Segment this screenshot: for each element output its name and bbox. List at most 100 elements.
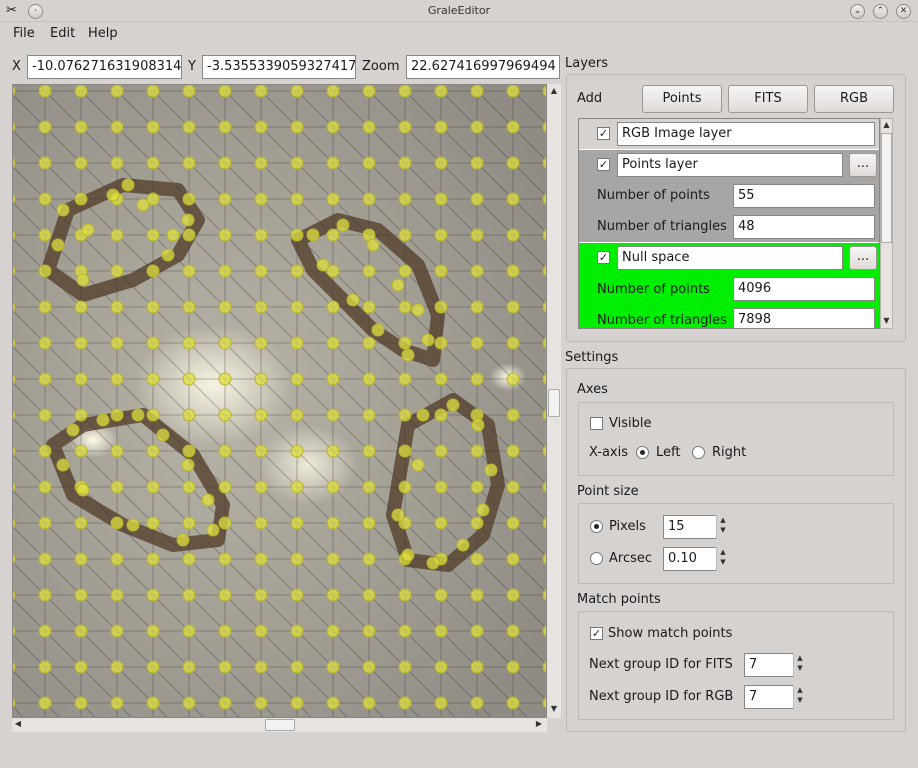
mesh-point[interactable] (446, 398, 460, 412)
mesh-point[interactable] (326, 516, 340, 530)
mesh-point[interactable] (38, 336, 52, 350)
mesh-point[interactable] (218, 192, 232, 206)
mesh-point[interactable] (434, 660, 448, 674)
mesh-point[interactable] (218, 300, 232, 314)
mesh-point[interactable] (146, 120, 160, 134)
mesh-point[interactable] (74, 85, 88, 98)
mesh-point[interactable] (326, 228, 340, 242)
mesh-point[interactable] (470, 336, 484, 350)
menu-file[interactable]: File (13, 26, 35, 41)
mesh-point[interactable] (326, 588, 340, 602)
mesh-point[interactable] (398, 120, 412, 134)
mesh-point[interactable] (146, 408, 160, 422)
mesh-point[interactable] (182, 192, 196, 206)
mesh-point[interactable] (81, 223, 95, 237)
mesh-point[interactable] (182, 552, 196, 566)
mesh-point[interactable] (326, 192, 340, 206)
points-layer-checkbox[interactable]: ✓ (597, 158, 610, 171)
mesh-point[interactable] (218, 120, 232, 134)
mesh-point[interactable] (506, 156, 520, 170)
mesh-point[interactable] (326, 408, 340, 422)
mesh-point[interactable] (218, 408, 232, 422)
mesh-point[interactable] (470, 85, 484, 98)
mesh-point[interactable] (131, 408, 145, 422)
mesh-point[interactable] (38, 660, 52, 674)
fits-group-id-spinbox[interactable]: 7 (744, 653, 794, 677)
mesh-point[interactable] (346, 293, 360, 307)
mesh-point[interactable] (146, 516, 160, 530)
minimize-button[interactable]: ⌄ (850, 4, 865, 19)
mesh-point[interactable] (218, 588, 232, 602)
mesh-point[interactable] (110, 624, 124, 638)
mesh-point[interactable] (306, 228, 320, 242)
add-rgb-button[interactable]: RGB (814, 85, 894, 113)
mesh-point[interactable] (218, 85, 232, 98)
mesh-point[interactable] (110, 336, 124, 350)
mesh-point[interactable] (362, 696, 376, 710)
mesh-point[interactable] (416, 408, 430, 422)
mesh-point[interactable] (110, 156, 124, 170)
layer-item-points[interactable]: ✓ Points layer ... Number of points 55 N… (579, 150, 879, 242)
mesh-point[interactable] (506, 516, 520, 530)
mesh-point[interactable] (38, 696, 52, 710)
layer-list-scrollbar[interactable]: ▲ ▼ (880, 118, 893, 329)
menu-help[interactable]: Help (88, 26, 118, 41)
mesh-point[interactable] (290, 156, 304, 170)
mesh-point[interactable] (506, 120, 520, 134)
mesh-point[interactable] (362, 624, 376, 638)
mesh-point[interactable] (506, 192, 520, 206)
mesh-point[interactable] (326, 624, 340, 638)
mesh-point[interactable] (74, 156, 88, 170)
mesh-point[interactable] (182, 85, 196, 98)
mesh-point[interactable] (136, 198, 150, 212)
mesh-point[interactable] (470, 444, 484, 458)
mesh-point[interactable] (398, 228, 412, 242)
scroll-down-arrow-icon[interactable]: ▼ (881, 316, 892, 325)
layer-item-rgb[interactable]: ✓ RGB Image layer (579, 119, 879, 149)
mesh-point[interactable] (76, 483, 90, 497)
mesh-point[interactable] (506, 264, 520, 278)
mesh-point[interactable] (254, 228, 268, 242)
mesh-point[interactable] (74, 588, 88, 602)
mesh-point[interactable] (391, 278, 405, 292)
mesh-point[interactable] (398, 300, 412, 314)
mesh-point[interactable] (434, 264, 448, 278)
mesh-point[interactable] (146, 372, 160, 386)
rgb-group-id-spinbox[interactable]: 7 (744, 685, 794, 709)
mesh-point[interactable] (38, 588, 52, 602)
mesh-point[interactable] (316, 258, 330, 272)
mesh-point[interactable] (146, 85, 160, 98)
mesh-point[interactable] (182, 264, 196, 278)
mesh-point[interactable] (38, 516, 52, 530)
mesh-point[interactable] (362, 660, 376, 674)
mesh-point[interactable] (254, 408, 268, 422)
mesh-point[interactable] (362, 85, 376, 98)
mesh-point[interactable] (290, 696, 304, 710)
mesh-point[interactable] (254, 588, 268, 602)
mesh-point[interactable] (182, 444, 196, 458)
mesh-point[interactable] (110, 264, 124, 278)
mesh-point[interactable] (398, 588, 412, 602)
mesh-point[interactable] (362, 444, 376, 458)
mesh-point[interactable] (182, 372, 196, 386)
mesh-point[interactable] (206, 523, 220, 537)
mesh-point[interactable] (254, 336, 268, 350)
mesh-point[interactable] (506, 372, 520, 386)
mesh-point[interactable] (110, 228, 124, 242)
mesh-point[interactable] (470, 696, 484, 710)
rgb-spin-arrows-icon[interactable]: ▲ ▼ (793, 685, 806, 709)
mesh-point[interactable] (218, 336, 232, 350)
mesh-point[interactable] (398, 624, 412, 638)
mesh-point[interactable] (218, 444, 232, 458)
mesh-point[interactable] (218, 372, 232, 386)
mesh-point[interactable] (506, 408, 520, 422)
mesh-point[interactable] (38, 120, 52, 134)
mesh-point[interactable] (398, 264, 412, 278)
mesh-point[interactable] (290, 228, 304, 242)
mesh-point[interactable] (398, 696, 412, 710)
mesh-point[interactable] (434, 85, 448, 98)
mesh-point[interactable] (96, 413, 110, 427)
mesh-point[interactable] (218, 552, 232, 566)
add-fits-button[interactable]: FITS (728, 85, 808, 113)
mesh-point[interactable] (74, 552, 88, 566)
